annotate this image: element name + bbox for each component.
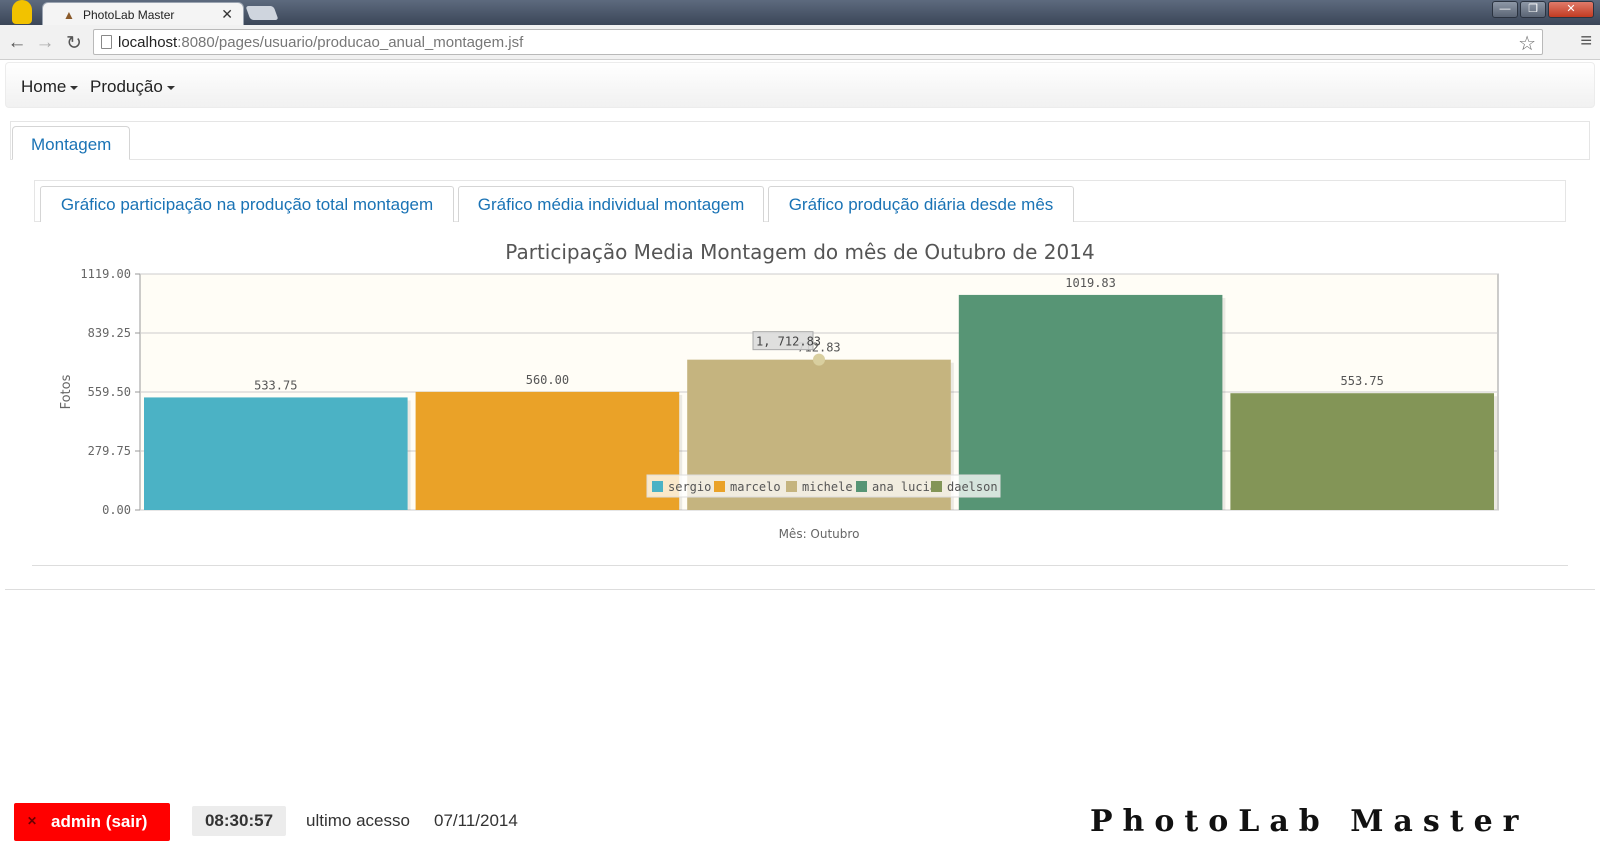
nav-producao[interactable]: Produção [90,77,175,97]
last-access-label: ultimo acesso [306,811,410,830]
bar-value-label: 1019.83 [1065,276,1116,290]
url-text: localhost:8080/pages/usuario/producao_an… [118,34,524,51]
logout-button[interactable]: ✕ admin (sair) [14,803,170,841]
y-tick-label: 279.75 [88,444,131,458]
tooltip-text: 1, 712.83 [756,335,821,349]
y-tick-label: 839.25 [88,326,131,340]
legend-swatch [714,481,725,492]
bookmark-star-icon[interactable]: ☆ [1518,31,1536,56]
window-controls: — ❐ ✕ [1492,1,1594,18]
y-tick-label: 0.00 [102,503,131,517]
legend-swatch [652,481,663,492]
last-access-date: 07/11/2014 [434,811,518,830]
legend-label: ana lucia [872,480,937,494]
legend-label: sergio [668,480,711,494]
address-bar[interactable]: localhost:8080/pages/usuario/producao_an… [93,29,1543,55]
new-tab-button[interactable] [245,6,279,20]
bar-chart: 0.00 279.75 559.50 839.25 1119.00 533.75 560.0… [59,267,1499,541]
forward-arrow-icon[interactable]: → [34,32,56,54]
bar-value-label: 553.75 [1341,374,1384,388]
legend-swatch [786,481,797,492]
close-icon: ✕ [27,814,38,828]
reload-icon[interactable]: ↻ [63,32,85,55]
tab-participacao-total[interactable]: Gráfico participação na produção total m… [40,186,454,222]
x-axis-label: Mês: Outubro [779,527,860,541]
logout-label: admin (sair) [51,812,148,831]
maximize-button[interactable]: ❐ [1520,1,1546,18]
minimize-button[interactable]: — [1492,1,1518,18]
legend-swatch [931,481,942,492]
bar-marcelo [415,391,680,510]
legend-label: marcelo [730,480,781,494]
browser-tab-title: PhotoLab Master [83,8,175,22]
app-navbar: Home Produção [5,62,1595,108]
browser-titlebar: ▲ PhotoLab Master ✕ — ❐ ✕ [0,0,1600,25]
highlight-point [813,353,825,366]
tab-close-icon[interactable]: ✕ [221,6,233,23]
favicon-icon: ▲ [63,8,75,22]
tab-producao-diaria[interactable]: Gráfico produção diária desde mês [768,186,1074,222]
page-icon [101,35,112,49]
browser-toolbar: ← → ↻ localhost:8080/pages/usuario/produ… [0,25,1600,60]
y-axis-label: Fotos [59,374,74,409]
legend-swatch [856,481,867,492]
divider [5,589,1595,590]
divider [32,565,1568,566]
browser-menu-icon[interactable]: ≡ [1580,30,1592,53]
legend-label: michele [802,480,853,494]
caret-down-icon [166,85,175,90]
browser-tab[interactable]: ▲ PhotoLab Master ✕ [42,2,244,25]
outer-tab-bar [10,121,1590,160]
session-clock: 08:30:57 [192,806,286,836]
brand-logo-text: PhotoLab Master [1090,804,1529,839]
browser-logo-icon [12,0,32,24]
caret-down-icon [70,85,79,90]
bar-sergio [144,397,408,510]
close-window-button[interactable]: ✕ [1548,1,1594,18]
bar-value-label: 533.75 [254,378,297,392]
tab-media-individual[interactable]: Gráfico média individual montagem [458,186,764,222]
chart-title: Participação Media Montagem do mês de Ou… [505,240,1095,264]
legend-label: daelson [947,480,998,494]
nav-home[interactable]: Home [21,77,79,97]
bar-daelson [1230,393,1494,510]
bar-value-label: 560.00 [526,373,569,387]
y-tick-label: 1119.00 [80,267,131,281]
back-arrow-icon[interactable]: ← [6,32,28,54]
tab-montagem[interactable]: Montagem [12,126,130,160]
y-tick-label: 559.50 [88,385,131,399]
